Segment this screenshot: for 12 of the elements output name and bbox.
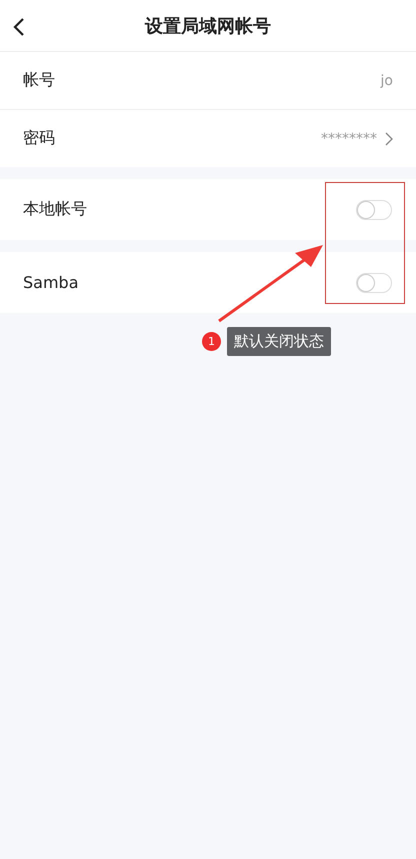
page-title: 设置局域网帐号	[145, 14, 271, 38]
back-icon[interactable]	[13, 17, 25, 37]
row-label: Samba	[23, 273, 80, 292]
row-label: 本地帐号	[23, 199, 88, 220]
toggle-switch[interactable]	[356, 200, 392, 220]
step-badge: 1	[202, 332, 221, 351]
toggle-switch[interactable]	[356, 272, 392, 292]
tooltip: 默认关闭状态	[227, 327, 331, 356]
row-label: 密码	[23, 128, 56, 149]
row-label: 帐号	[23, 70, 56, 91]
row-value: ********	[321, 130, 377, 146]
row-value: jo	[380, 72, 393, 88]
